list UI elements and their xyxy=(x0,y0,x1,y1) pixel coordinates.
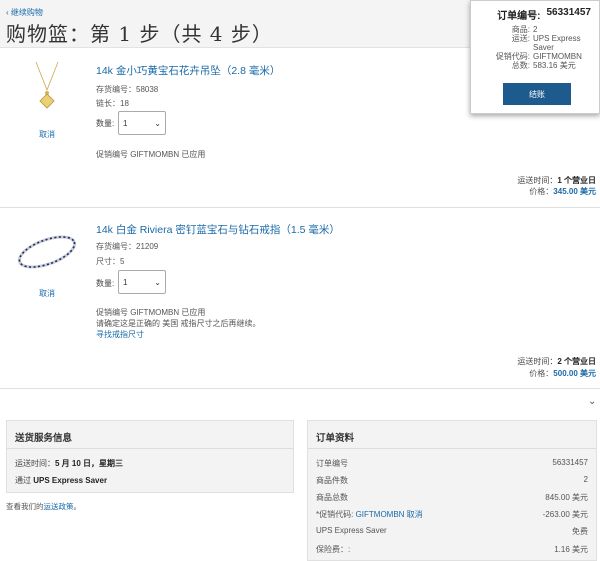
quantity-label: 数量: xyxy=(96,119,115,128)
promo-applied-text: 促销编号 GIFTMOMBN 已应用 xyxy=(96,150,206,159)
panel-title: 订单资料 xyxy=(316,433,355,444)
continue-shopping-link[interactable]: ‹ 继续购物 xyxy=(6,7,43,18)
ship-date: 运送时间：5 月 10 日，星期三 xyxy=(15,459,124,468)
checkout-button[interactable]: 结账 xyxy=(503,83,571,105)
ship-time: 运送时间：2 个营业日 xyxy=(517,357,596,366)
order-row: UPS Express Saver 免费 xyxy=(316,526,588,536)
quantity-value: 1 xyxy=(123,118,128,128)
shipping-info-panel: 送货服务信息 运送时间：5 月 10 日，星期三 通过 UPS Express … xyxy=(6,420,294,493)
order-row: *促销代码: GIFTMOMBN 取消 -263.00 美元 xyxy=(316,510,588,519)
item-name-link[interactable]: 14k 白金 Riviera 密钉蓝宝石与钻石戒指（1.5 毫米） xyxy=(96,222,340,237)
quantity-label: 数量: xyxy=(96,279,115,288)
panel-divider xyxy=(7,448,293,449)
summary-ship-row: 运送: UPS Express xyxy=(511,34,581,43)
pendant-image[interactable] xyxy=(14,58,80,124)
ship-time: 运送时间：1 个营业日 xyxy=(517,176,596,185)
ring-image[interactable] xyxy=(14,218,80,284)
panel-divider xyxy=(308,448,596,449)
page-title: 购物篮：第 1 步（共 4 步） xyxy=(6,22,273,46)
order-info-panel: 订单资料 订单编号 56331457 商品件数 2 商品总数 845.00 美元 *促… xyxy=(307,420,597,561)
ring-size-link[interactable]: 寻找戒指尺寸 xyxy=(96,329,144,340)
order-row: 保险费：: 1.16 美元 xyxy=(316,545,588,554)
quantity-value: 1 xyxy=(123,277,128,287)
stock-number: 存货编号：21209 xyxy=(96,242,159,251)
order-summary-box: 订单编号: 56331457 商品: 2 运送: UPS Express Saver … xyxy=(470,0,600,114)
order-row: 商品总数 845.00 美元 xyxy=(316,493,588,502)
summary-items-row: 商品: 2 xyxy=(511,25,538,34)
order-row: 订单编号 56331457 xyxy=(316,458,588,468)
summary-total-row: 总数: 583.16 美元 xyxy=(511,61,576,70)
quantity-select[interactable]: 1 ⌄ xyxy=(118,270,166,294)
item-attribute: 尺寸：5 xyxy=(96,257,125,266)
summary-promo-row: 促销代码: GIFTMOMBN xyxy=(495,52,582,61)
promo-cancel-link[interactable]: GIFTMOMBN 取消 xyxy=(356,510,423,519)
panel-title: 送货服务信息 xyxy=(15,433,73,444)
chevron-down-icon: ⌄ xyxy=(154,277,161,287)
item-name-link[interactable]: 14k 金小巧黄宝石花卉吊坠（2.8 毫米） xyxy=(96,63,280,78)
remove-item-link[interactable]: 取消 xyxy=(39,288,55,299)
promo-applied-text: 促销编号 GIFTMOMBN 已应用 xyxy=(96,308,206,317)
summary-order-number: 订单编号: 56331457 xyxy=(497,7,591,22)
stock-number: 存货编号：58038 xyxy=(96,85,159,94)
summary-ship-row-2: Saver xyxy=(533,43,554,52)
remove-item-link[interactable]: 取消 xyxy=(39,129,55,140)
ring-size-note: 请确定这是正确的 美国 戒指尺寸之后再继续。 xyxy=(96,319,261,328)
chevron-down-icon[interactable]: ⌄ xyxy=(588,396,596,407)
item-attribute: 链长：18 xyxy=(96,99,129,108)
order-row: 商品件数 2 xyxy=(316,475,588,485)
shipping-policy-link[interactable]: 运送政策 xyxy=(44,502,74,511)
item-price: 价格：345.00 美元 xyxy=(529,187,596,196)
item-price: 价格：500.00 美元 xyxy=(529,369,596,378)
shipping-policy-text: 查看我们的运送政策。 xyxy=(6,502,81,511)
ship-method: 通过 UPS Express Saver xyxy=(15,476,108,485)
quantity-select[interactable]: 1 ⌄ xyxy=(118,111,166,135)
chevron-down-icon: ⌄ xyxy=(154,118,161,128)
cart-item: 取消 14k 白金 Riviera 密钉蓝宝石与钻石戒指（1.5 毫米） 存货编… xyxy=(0,208,600,388)
item-divider xyxy=(0,388,600,389)
